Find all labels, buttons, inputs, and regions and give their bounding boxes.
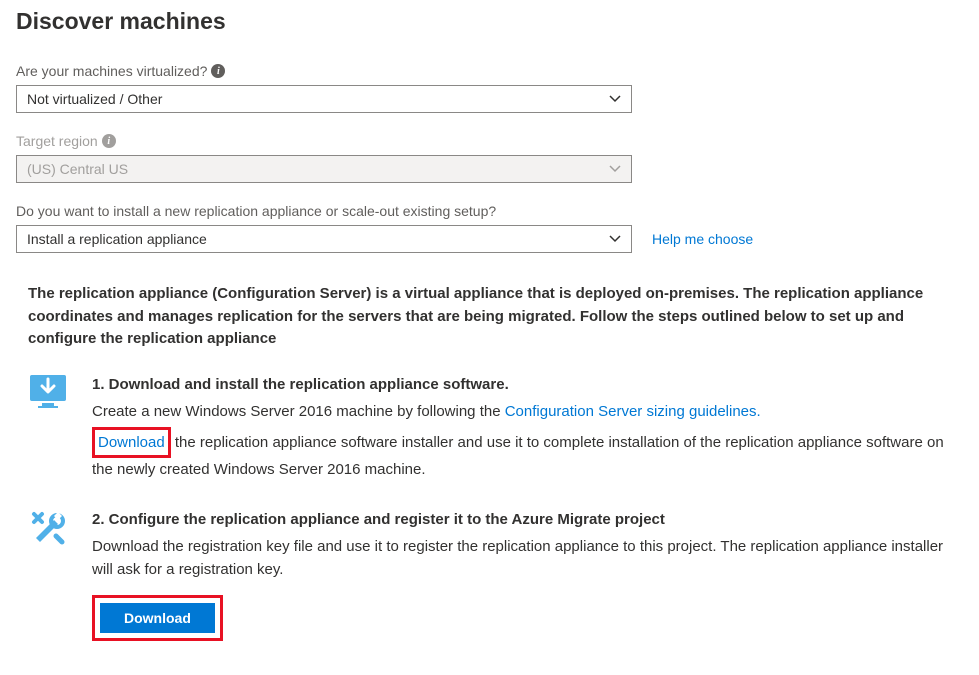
step-2-title: 2. Configure the replication appliance a… (92, 508, 963, 531)
virtualized-label: Are your machines virtualized? i (16, 63, 963, 79)
help-me-choose-link[interactable]: Help me choose (652, 231, 753, 247)
download-link[interactable]: Download (98, 434, 165, 451)
virtualized-select[interactable]: Not virtualized / Other (16, 85, 632, 113)
region-label: Target region i (16, 133, 963, 149)
download-link-highlight: Download (92, 427, 171, 458)
chevron-down-icon (609, 95, 621, 103)
field-install: Do you want to install a new replication… (16, 203, 963, 253)
tools-icon (28, 508, 68, 642)
step-1: 1. Download and install the replication … (28, 373, 963, 482)
info-icon[interactable]: i (102, 134, 116, 148)
install-label: Do you want to install a new replication… (16, 203, 963, 219)
sizing-guidelines-link[interactable]: Configuration Server sizing guidelines. (505, 403, 761, 420)
step-1-line2: Download the replication appliance softw… (92, 427, 963, 482)
download-button-highlight: Download (92, 595, 223, 641)
page-title: Discover machines (16, 8, 963, 35)
chevron-down-icon (609, 165, 621, 173)
step-2: 2. Configure the replication appliance a… (28, 508, 963, 642)
virtualized-value: Not virtualized / Other (27, 91, 609, 107)
step-1-line1: Create a new Windows Server 2016 machine… (92, 400, 963, 423)
install-select[interactable]: Install a replication appliance (16, 225, 632, 253)
install-value: Install a replication appliance (27, 231, 609, 247)
step-2-desc: Download the registration key file and u… (92, 535, 963, 582)
download-icon (28, 373, 68, 482)
intro-text: The replication appliance (Configuration… (28, 283, 963, 351)
field-virtualized: Are your machines virtualized? i Not vir… (16, 63, 963, 113)
download-button[interactable]: Download (100, 603, 215, 633)
chevron-down-icon (609, 235, 621, 243)
region-select: (US) Central US (16, 155, 632, 183)
region-value: (US) Central US (27, 161, 609, 177)
step-1-title: 1. Download and install the replication … (92, 373, 963, 396)
info-icon[interactable]: i (211, 64, 225, 78)
field-region: Target region i (US) Central US (16, 133, 963, 183)
